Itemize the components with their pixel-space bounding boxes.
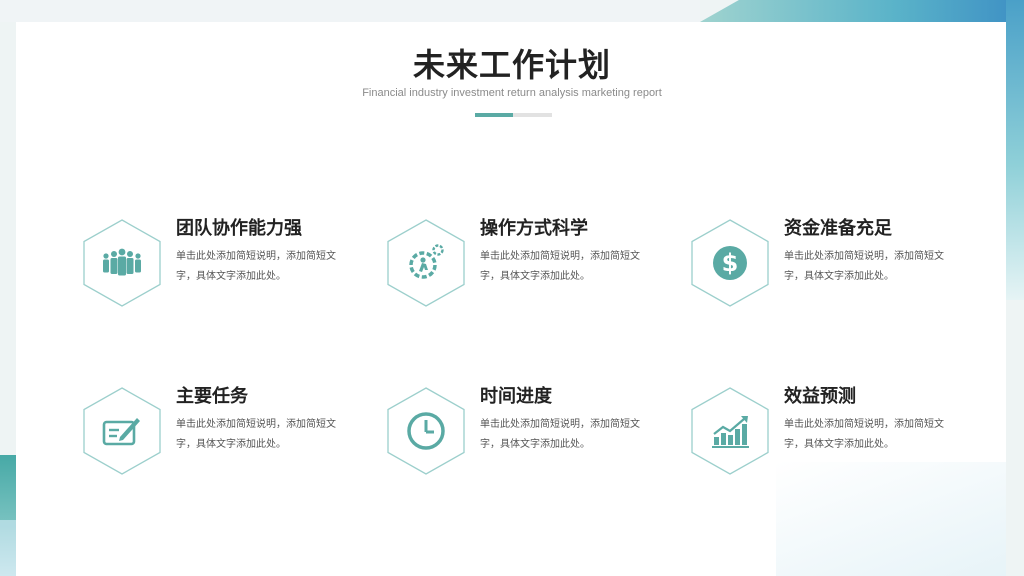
- feature-title[interactable]: 时间进度: [480, 382, 552, 408]
- growth-chart-icon: [708, 409, 752, 453]
- background-strip-top: [0, 0, 700, 22]
- divider-accent: [475, 113, 513, 117]
- slide-subtitle[interactable]: Financial industry investment return ana…: [0, 87, 1024, 99]
- feature-progress[interactable]: 时间进度 单击此处添加简短说明，添加简短文字，具体文字添加此处。: [386, 386, 686, 477]
- slide-title[interactable]: 未来工作计划: [0, 40, 1024, 86]
- gear-operation-icon: [404, 241, 448, 285]
- decor-shard-top-right: [700, 0, 1024, 22]
- title-divider: [475, 113, 552, 117]
- feature-operation[interactable]: 操作方式科学 单击此处添加简短说明，添加简短文字，具体文字添加此处。: [386, 218, 686, 309]
- signature-icon: [100, 409, 144, 453]
- clock-icon: [404, 409, 448, 453]
- feature-description[interactable]: 单击此处添加简短说明，添加简短文字，具体文字添加此处。: [176, 415, 348, 455]
- svg-text:$: $: [722, 249, 739, 277]
- feature-description[interactable]: 单击此处添加简短说明，添加简短文字，具体文字添加此处。: [784, 247, 956, 287]
- feature-team[interactable]: 团队协作能力强 单击此处添加简短说明，添加简短文字，具体文字添加此处。: [82, 218, 382, 309]
- decor-fade: [776, 462, 1006, 576]
- feature-title[interactable]: 主要任务: [176, 382, 248, 408]
- feature-description[interactable]: 单击此处添加简短说明，添加简短文字，具体文字添加此处。: [176, 247, 348, 287]
- feature-description[interactable]: 单击此处添加简短说明，添加简短文字，具体文字添加此处。: [480, 415, 652, 455]
- decor-shard-left-light: [0, 520, 16, 576]
- feature-title[interactable]: 团队协作能力强: [176, 214, 302, 240]
- feature-funds[interactable]: $ 资金准备充足 单击此处添加简短说明，添加简短文字，具体文字添加此处。: [690, 218, 990, 309]
- feature-description[interactable]: 单击此处添加简短说明，添加简短文字，具体文字添加此处。: [480, 247, 652, 287]
- feature-title[interactable]: 效益预测: [784, 382, 856, 408]
- team-icon: [100, 241, 144, 285]
- feature-title[interactable]: 资金准备充足: [784, 214, 892, 240]
- feature-description[interactable]: 单击此处添加简短说明，添加简短文字，具体文字添加此处。: [784, 415, 956, 455]
- dollar-icon: $: [708, 241, 752, 285]
- feature-forecast[interactable]: 效益预测 单击此处添加简短说明，添加简短文字，具体文字添加此处。: [690, 386, 990, 477]
- feature-title[interactable]: 操作方式科学: [480, 214, 588, 240]
- feature-tasks[interactable]: 主要任务 单击此处添加简短说明，添加简短文字，具体文字添加此处。: [82, 386, 382, 477]
